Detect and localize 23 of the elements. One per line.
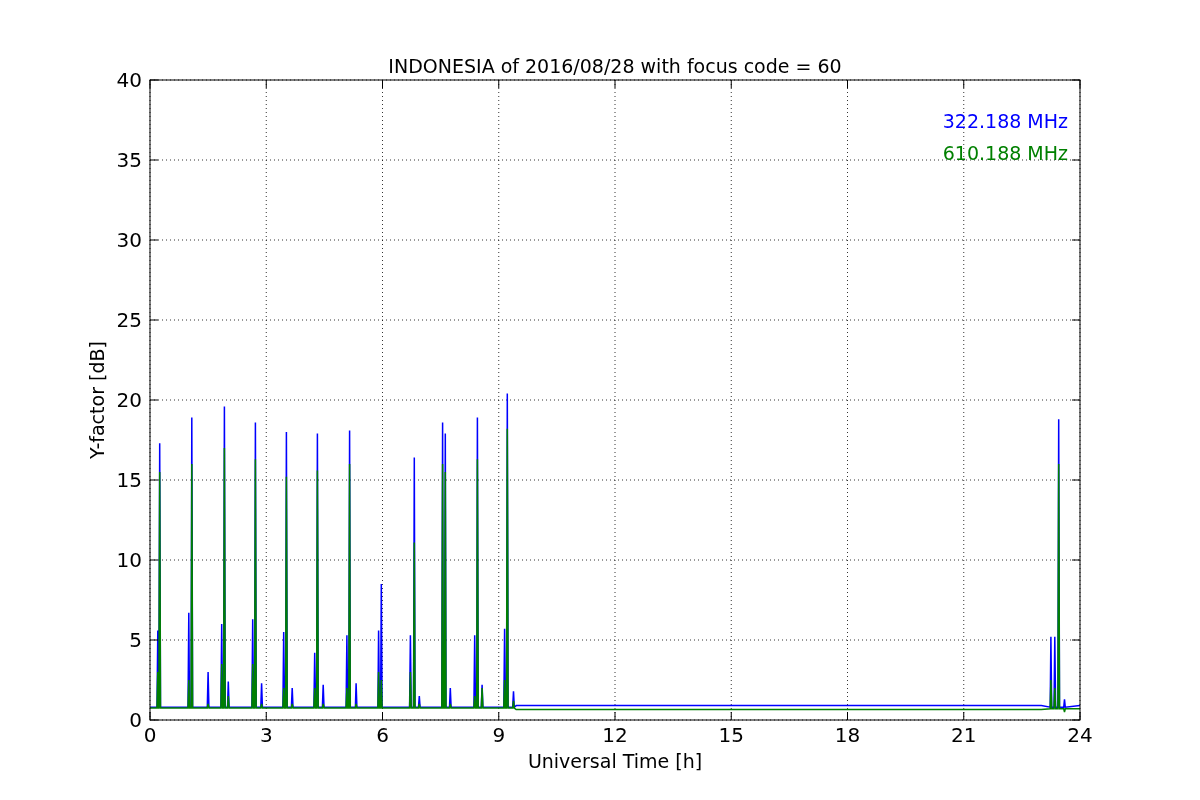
y-tick-label: 30 (116, 228, 142, 252)
y-tick-label: 25 (116, 308, 142, 332)
legend-label: 322.188 MHz (942, 110, 1068, 132)
x-tick-label: 24 (1067, 723, 1093, 747)
x-tick-label: 0 (143, 723, 157, 747)
y-tick-label: 35 (116, 148, 142, 172)
x-tick-label: 9 (492, 723, 506, 747)
legend-label: 610.188 MHz (942, 142, 1068, 164)
x-tick-label: 6 (376, 723, 389, 747)
x-axis-label: Universal Time [h] (527, 750, 703, 772)
y-tick-label: 5 (129, 628, 142, 652)
y-tick-label: 20 (116, 388, 142, 412)
x-tick-label: 12 (602, 723, 628, 747)
x-tick-label: 15 (718, 723, 744, 747)
chart-title: INDONESIA of 2016/08/28 with focus code = 60 (388, 55, 842, 77)
x-tick-label: 3 (259, 723, 273, 747)
x-tick-label: 21 (951, 723, 977, 747)
y-axis-label: Y-factor [dB] (86, 341, 108, 459)
y-tick-label: 40 (116, 68, 142, 92)
x-tick-label: 18 (834, 723, 861, 747)
y-tick-label: 15 (116, 468, 142, 492)
y-tick-label: 10 (116, 548, 142, 572)
y-tick-label: 0 (129, 708, 142, 732)
